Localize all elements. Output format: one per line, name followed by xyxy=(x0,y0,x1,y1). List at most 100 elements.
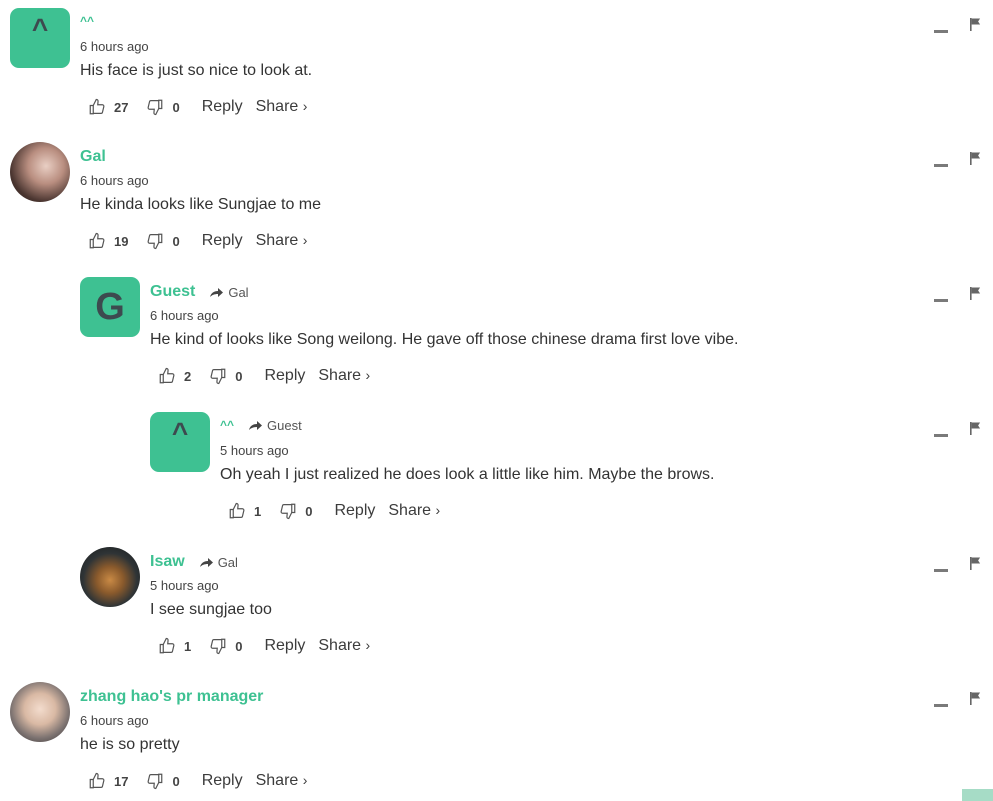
author-name[interactable]: Isaw xyxy=(150,553,185,571)
comment-actions: 1 0 Reply Share › xyxy=(158,637,370,655)
share-button[interactable]: Share › xyxy=(256,98,308,116)
comment-actions: 2 0 Reply Share › xyxy=(158,367,370,385)
thumbs-up-icon xyxy=(159,637,175,654)
timestamp: 6 hours ago xyxy=(80,39,149,54)
thumbs-up-icon xyxy=(159,367,175,384)
like-button[interactable]: 19 xyxy=(88,232,128,250)
like-button[interactable]: 17 xyxy=(88,772,128,790)
thumbs-down-icon xyxy=(148,233,163,250)
reply-to-name: Gal xyxy=(228,284,249,300)
author-name[interactable]: ^^ xyxy=(80,12,94,30)
share-label: Share xyxy=(255,232,299,249)
like-button[interactable]: 1 xyxy=(158,637,191,655)
dislike-button[interactable]: 0 xyxy=(146,772,180,790)
thumbs-down-icon xyxy=(280,503,296,520)
scroll-to-top-button[interactable] xyxy=(962,789,993,801)
dislike-button[interactable]: 0 xyxy=(146,98,180,116)
reply-button[interactable]: Reply xyxy=(264,367,305,385)
avatar[interactable]: G xyxy=(80,277,140,337)
collapse-icon[interactable] xyxy=(934,433,948,437)
dislike-count: 0 xyxy=(172,773,180,789)
collapse-icon[interactable] xyxy=(934,298,948,302)
comment-text: I see sungjae too xyxy=(150,601,272,618)
avatar[interactable] xyxy=(10,682,70,742)
like-button[interactable]: 1 xyxy=(228,502,261,520)
flag-icon[interactable] xyxy=(970,152,981,170)
timestamp: 6 hours ago xyxy=(150,308,219,323)
collapse-icon[interactable] xyxy=(934,163,948,167)
chevron-right-icon: › xyxy=(302,772,308,788)
dislike-button[interactable]: 0 xyxy=(209,637,242,655)
flag-icon[interactable] xyxy=(970,557,981,575)
reply-to-name: Guest xyxy=(267,417,302,433)
avatar[interactable]: ^ xyxy=(10,8,70,68)
share-button[interactable]: Share › xyxy=(256,772,308,790)
dislike-count: 0 xyxy=(172,233,180,249)
reply-button[interactable]: Reply xyxy=(202,772,243,790)
thumbs-up-icon xyxy=(229,502,245,519)
share-button[interactable]: Share › xyxy=(318,367,370,385)
like-count: 19 xyxy=(114,233,129,249)
share-label: Share xyxy=(318,637,362,654)
reply-button[interactable]: Reply xyxy=(264,637,305,655)
reply-to[interactable]: Guest xyxy=(248,418,302,433)
comment-controls xyxy=(934,692,981,710)
author-name[interactable]: Gal xyxy=(80,148,106,166)
comment-actions: 1 0 Reply Share › xyxy=(228,502,440,520)
chevron-right-icon: › xyxy=(435,502,441,518)
comment-actions: 17 0 Reply Share › xyxy=(88,772,307,790)
reply-to[interactable]: Gal xyxy=(209,284,249,300)
flag-icon[interactable] xyxy=(970,692,981,710)
share-label: Share xyxy=(255,772,299,789)
dislike-button[interactable]: 0 xyxy=(209,367,242,385)
reply-to-name: Gal xyxy=(217,554,238,570)
share-button[interactable]: Share › xyxy=(256,232,308,250)
comment-controls xyxy=(934,152,981,170)
dislike-count: 0 xyxy=(172,99,180,115)
reply-arrow-icon xyxy=(249,421,263,430)
collapse-icon[interactable] xyxy=(934,703,948,707)
like-count: 1 xyxy=(184,638,192,654)
comment-controls xyxy=(934,557,981,575)
author-name[interactable]: ^^ xyxy=(220,416,234,434)
comment-actions: 19 0 Reply Share › xyxy=(88,232,307,250)
collapse-icon[interactable] xyxy=(934,29,948,33)
thumbs-down-icon xyxy=(210,368,226,385)
like-button[interactable]: 2 xyxy=(158,367,191,385)
share-button[interactable]: Share › xyxy=(318,637,370,655)
reply-button[interactable]: Reply xyxy=(202,232,243,250)
share-button[interactable]: Share › xyxy=(388,502,440,520)
share-label: Share xyxy=(255,98,299,115)
thumbs-up-icon xyxy=(89,232,105,249)
reply-arrow-icon xyxy=(210,288,224,297)
dislike-count: 0 xyxy=(305,503,313,519)
collapse-icon[interactable] xyxy=(934,568,948,572)
flag-icon[interactable] xyxy=(970,287,981,305)
comment-text: he is so pretty xyxy=(80,736,180,753)
reply-to[interactable]: Gal xyxy=(199,555,238,570)
timestamp: 5 hours ago xyxy=(150,578,219,593)
timestamp: 5 hours ago xyxy=(220,443,289,458)
like-count: 1 xyxy=(254,503,262,519)
author-name[interactable]: zhang hao's pr manager xyxy=(80,688,263,706)
timestamp: 6 hours ago xyxy=(80,173,149,188)
like-button[interactable]: 27 xyxy=(88,98,128,116)
like-count: 27 xyxy=(114,99,129,115)
comment-actions: 27 0 Reply Share › xyxy=(88,98,307,116)
comment-text: He kind of looks like Song weilong. He g… xyxy=(150,331,739,348)
avatar[interactable]: ^ xyxy=(150,412,210,472)
chevron-right-icon: › xyxy=(302,232,308,248)
avatar[interactable] xyxy=(10,142,70,202)
dislike-button[interactable]: 0 xyxy=(279,502,312,520)
reply-button[interactable]: Reply xyxy=(202,98,243,116)
share-label: Share xyxy=(388,502,432,519)
chevron-right-icon: › xyxy=(365,637,371,653)
dislike-button[interactable]: 0 xyxy=(146,232,180,250)
flag-icon[interactable] xyxy=(970,18,981,36)
thumbs-down-icon xyxy=(210,638,226,655)
author-name[interactable]: Guest xyxy=(150,283,195,301)
flag-icon[interactable] xyxy=(970,422,981,440)
reply-button[interactable]: Reply xyxy=(334,502,375,520)
avatar[interactable] xyxy=(80,547,140,607)
thumbs-down-icon xyxy=(148,773,163,790)
